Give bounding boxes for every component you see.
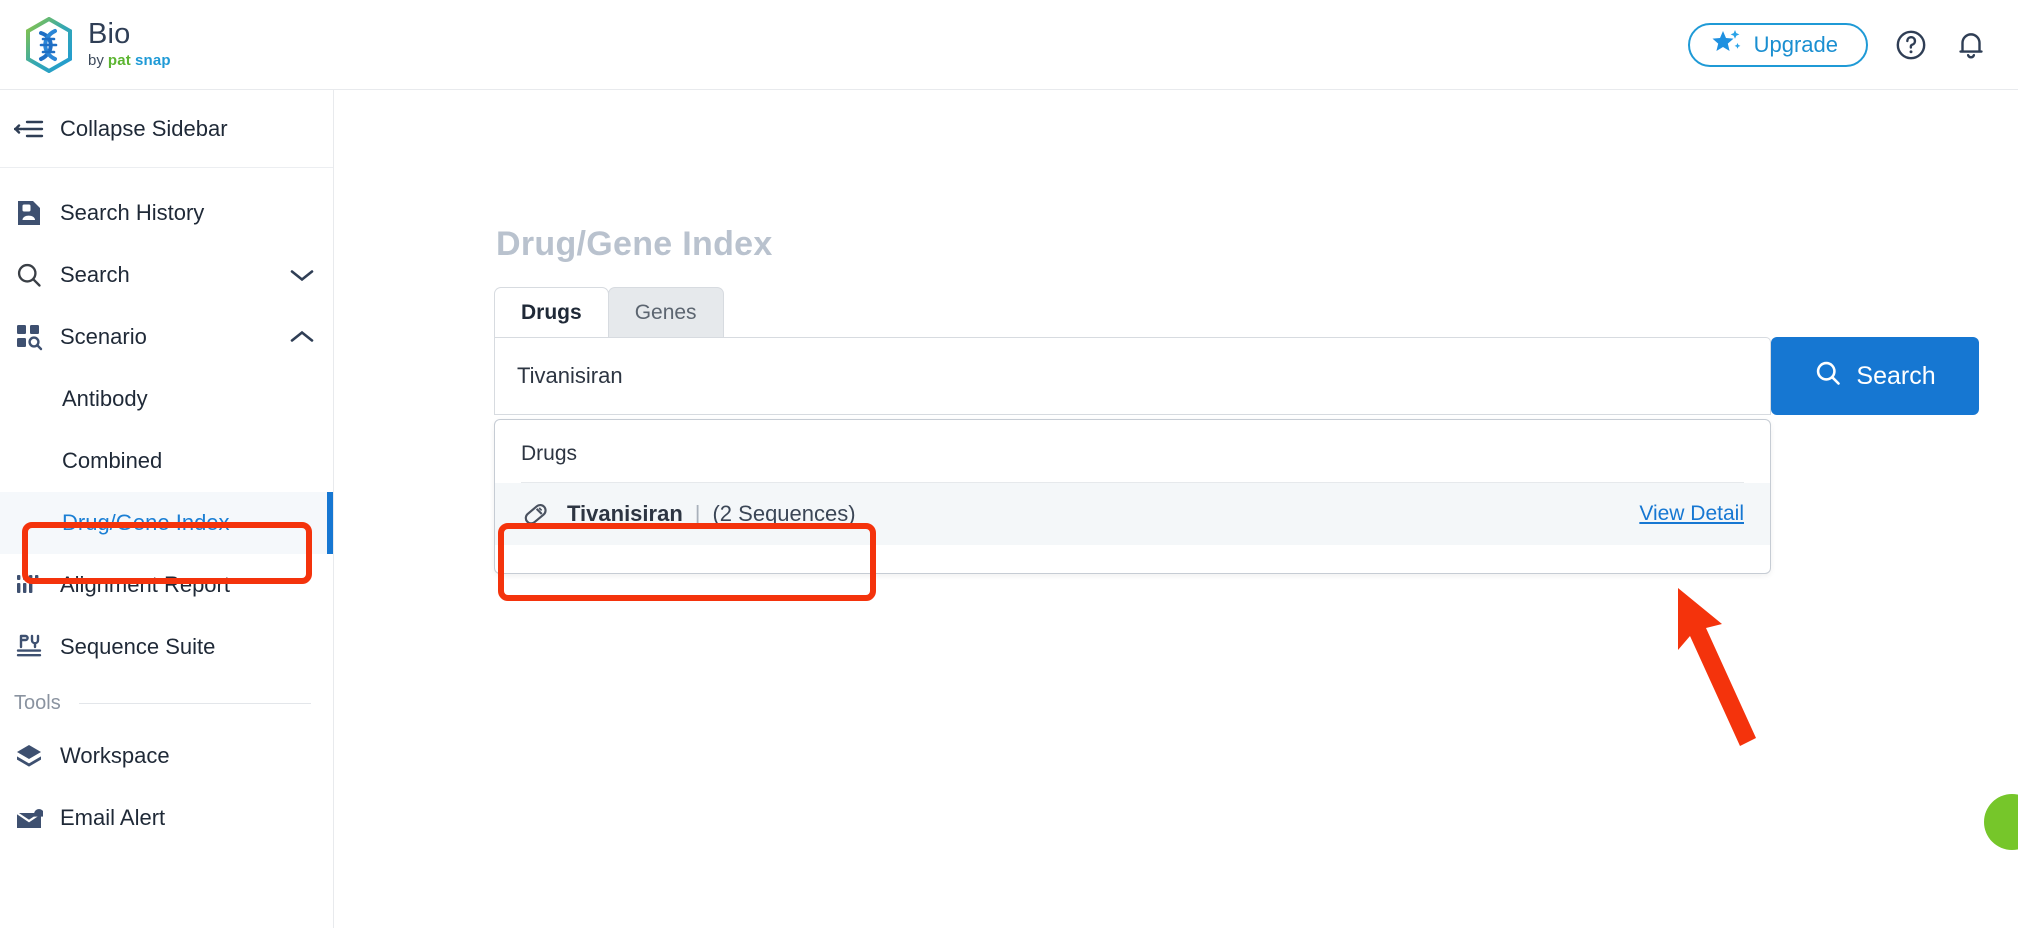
tab-label: Drugs xyxy=(521,300,582,324)
sidebar-item-label: Scenario xyxy=(60,324,147,349)
tools-section-header: Tools xyxy=(0,678,333,725)
sidebar-item-search[interactable]: Search xyxy=(0,244,333,306)
tab-bar: Drugs Genes xyxy=(494,287,724,337)
tab-genes[interactable]: Genes xyxy=(607,287,724,337)
page-title: Drug/Gene Index xyxy=(496,225,773,263)
sidebar-item-label: Sequence Suite xyxy=(60,634,216,659)
search-icon xyxy=(1814,359,1842,394)
star-sparkle-icon xyxy=(1712,29,1742,61)
tools-section-label: Tools xyxy=(14,692,61,714)
brand-logo-group[interactable]: Bio by pat snap xyxy=(24,16,171,73)
sidebar-item-label: Search xyxy=(60,262,130,287)
magnifier-icon xyxy=(14,260,44,290)
chevron-down-icon[interactable] xyxy=(289,267,315,283)
sidebar-item-label: Combined xyxy=(62,448,163,473)
sidebar-item-drug-gene-index[interactable]: Drug/Gene Index xyxy=(0,492,333,554)
sidebar-item-label: Email Alert xyxy=(60,805,166,830)
upgrade-button[interactable]: Upgrade xyxy=(1687,22,1868,67)
sidebar-item-alignment-report[interactable]: Alignment Report xyxy=(0,554,333,616)
dropdown-section-title: Drugs xyxy=(521,442,578,465)
result-name: Tivanisiran xyxy=(567,501,683,526)
barcode-icon xyxy=(14,570,44,600)
cube-icon xyxy=(14,741,44,771)
left-sidebar: Collapse Sidebar Search History Search S… xyxy=(0,90,334,928)
sidebar-item-label: Alignment Report xyxy=(60,572,230,597)
collapse-sidebar-label: Collapse Sidebar xyxy=(60,115,228,141)
sidebar-item-sequence-suite[interactable]: Sequence Suite xyxy=(0,616,333,678)
sidebar-item-email-alert[interactable]: Email Alert xyxy=(0,787,333,849)
sidebar-item-combined[interactable]: Combined xyxy=(0,430,333,492)
sidebar-item-label: Workspace xyxy=(60,743,170,768)
dropdown-footer-space xyxy=(495,545,1770,573)
collapse-sidebar-icon xyxy=(14,114,44,144)
sidebar-item-antibody[interactable]: Antibody xyxy=(0,368,333,430)
brand-pat-text: pat xyxy=(107,51,131,69)
chevron-up-icon[interactable] xyxy=(289,329,315,345)
brand-subtitle: by pat snap xyxy=(88,52,171,70)
search-button[interactable]: Search xyxy=(1771,337,1979,415)
dropdown-result-row[interactable]: Tivanisiran | (2 Sequences) View Detail xyxy=(495,483,1770,545)
brand-snap-text: snap xyxy=(134,51,171,69)
sidebar-item-scenario[interactable]: Scenario xyxy=(0,306,333,368)
top-header: Bio by pat snap Upgrade xyxy=(0,0,2018,90)
search-input[interactable] xyxy=(494,337,1771,415)
bio-patsnap-logo-icon xyxy=(24,16,74,73)
sidebar-item-label: Drug/Gene Index xyxy=(62,510,230,535)
sidebar-item-workspace[interactable]: Workspace xyxy=(0,725,333,787)
active-indicator-bar xyxy=(327,492,333,554)
help-circle-icon[interactable] xyxy=(1894,28,1928,62)
tools-icon xyxy=(14,632,44,662)
view-detail-link[interactable]: View Detail xyxy=(1639,502,1744,526)
search-row: Search xyxy=(494,337,1979,415)
brand-title: Bio xyxy=(88,18,131,51)
grid-search-icon xyxy=(14,322,44,352)
document-history-icon xyxy=(14,198,44,228)
tab-drugs[interactable]: Drugs xyxy=(494,287,609,337)
sidebar-item-label: Search History xyxy=(60,200,205,225)
mail-alert-icon xyxy=(14,803,44,833)
app-root: Bio by pat snap Upgrade Collapse Sidebar… xyxy=(0,0,2018,928)
sidebar-item-search-history[interactable]: Search History xyxy=(0,182,333,244)
search-button-label: Search xyxy=(1856,361,1936,390)
result-sequence-count: (2 Sequences) xyxy=(712,501,856,526)
tools-divider xyxy=(78,703,311,704)
search-suggestions-dropdown: Drugs Tivanisiran | (2 Sequences) View D… xyxy=(494,419,1771,574)
collapse-sidebar-button[interactable]: Collapse Sidebar xyxy=(0,90,333,168)
main-content: Drug/Gene Index Drugs Genes Search xyxy=(335,90,2018,928)
brand-by-text: by xyxy=(88,51,104,69)
sidebar-nav: Search History Search Scenario Antibody … xyxy=(0,168,333,849)
result-divider: | xyxy=(694,501,701,526)
tab-label: Genes xyxy=(634,300,697,324)
upgrade-button-label: Upgrade xyxy=(1753,31,1838,57)
header-actions: Upgrade xyxy=(1687,22,1988,67)
bell-icon[interactable] xyxy=(1954,28,1988,62)
sidebar-item-label: Antibody xyxy=(62,386,148,411)
pill-capsule-icon xyxy=(521,499,551,529)
